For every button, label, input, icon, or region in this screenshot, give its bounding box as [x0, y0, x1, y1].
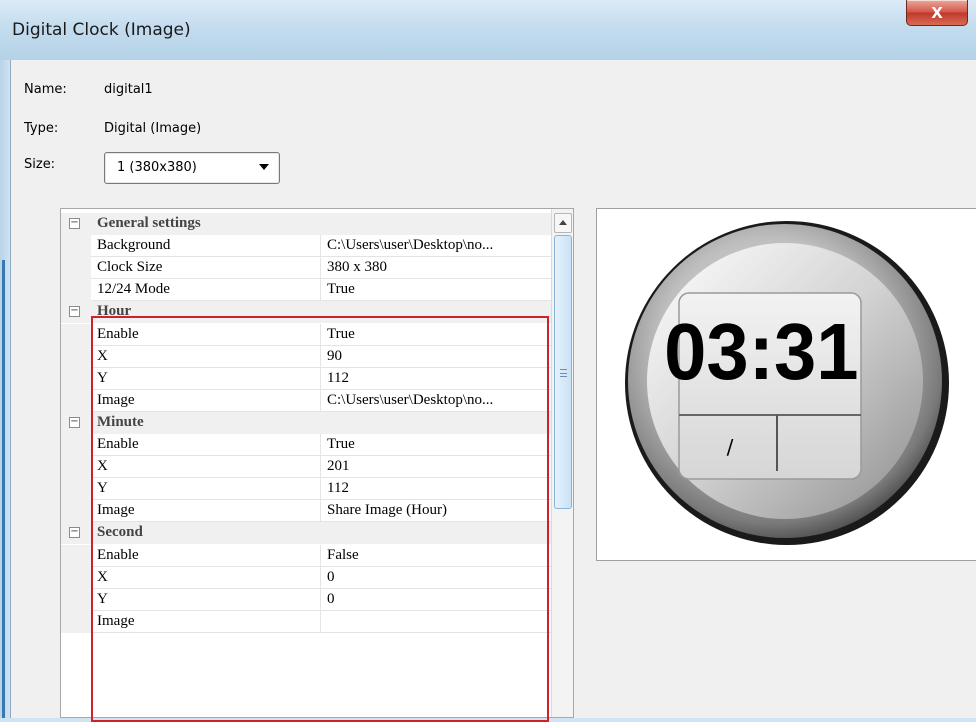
window-frame-left [0, 60, 10, 718]
collapse-icon[interactable]: − [69, 527, 80, 538]
row-gutter [61, 500, 91, 522]
category-label: General settings [97, 215, 201, 231]
name-value: digital1 [104, 82, 153, 97]
clock-time-text: 03:31 [664, 306, 858, 396]
category-row[interactable]: − General settings [61, 213, 551, 235]
type-value: Digital (Image) [104, 121, 202, 136]
property-name: Clock Size [97, 259, 163, 275]
title-bar: Digital Clock (Image) X [0, 0, 976, 60]
row-gutter [61, 478, 91, 500]
column-separator [320, 279, 321, 301]
close-button[interactable]: X [906, 0, 968, 26]
row-gutter [61, 235, 91, 257]
property-name: Background [97, 237, 171, 253]
row-gutter [61, 434, 91, 456]
chevron-down-icon[interactable] [259, 164, 269, 170]
row-gutter [61, 279, 91, 301]
name-label: Name: [24, 82, 67, 97]
property-value[interactable]: C:\Users\user\Desktop\no... [327, 237, 549, 257]
clock-preview-image: 03:31 / [625, 221, 949, 545]
size-label: Size: [24, 157, 56, 172]
property-row[interactable]: Background C:\Users\user\Desktop\no... [61, 235, 551, 257]
property-row[interactable]: 12/24 Mode True [61, 279, 551, 301]
column-separator [320, 235, 321, 257]
row-gutter [61, 567, 91, 589]
clock-ampm-text: / [727, 435, 734, 459]
collapse-icon[interactable]: − [69, 417, 80, 428]
row-gutter [61, 456, 91, 478]
type-label: Type: [24, 121, 59, 136]
property-value[interactable]: True [327, 281, 549, 301]
row-gutter [61, 589, 91, 611]
size-dropdown-value: 1 (380x380) [117, 160, 197, 175]
scrollbar-thumb[interactable] [554, 235, 572, 509]
row-gutter [61, 257, 91, 279]
row-gutter [61, 390, 91, 412]
property-row[interactable]: Clock Size 380 x 380 [61, 257, 551, 279]
row-gutter [61, 368, 91, 390]
property-name: 12/24 Mode [97, 281, 170, 297]
clock-preview-panel: 03:31 / [596, 208, 976, 561]
collapse-icon[interactable]: − [69, 306, 80, 317]
size-dropdown[interactable]: 1 (380x380) [104, 152, 280, 184]
row-gutter [61, 346, 91, 368]
highlight-rectangle [91, 316, 549, 722]
scroll-up-button[interactable] [554, 213, 572, 233]
row-gutter [61, 611, 91, 633]
property-value[interactable]: 380 x 380 [327, 259, 549, 279]
row-gutter [61, 545, 91, 567]
row-gutter [61, 324, 91, 346]
vertical-scrollbar[interactable] [551, 209, 573, 717]
window-title: Digital Clock (Image) [12, 20, 191, 40]
collapse-icon[interactable]: − [69, 218, 80, 229]
column-separator [320, 257, 321, 279]
close-icon: X [931, 3, 943, 22]
